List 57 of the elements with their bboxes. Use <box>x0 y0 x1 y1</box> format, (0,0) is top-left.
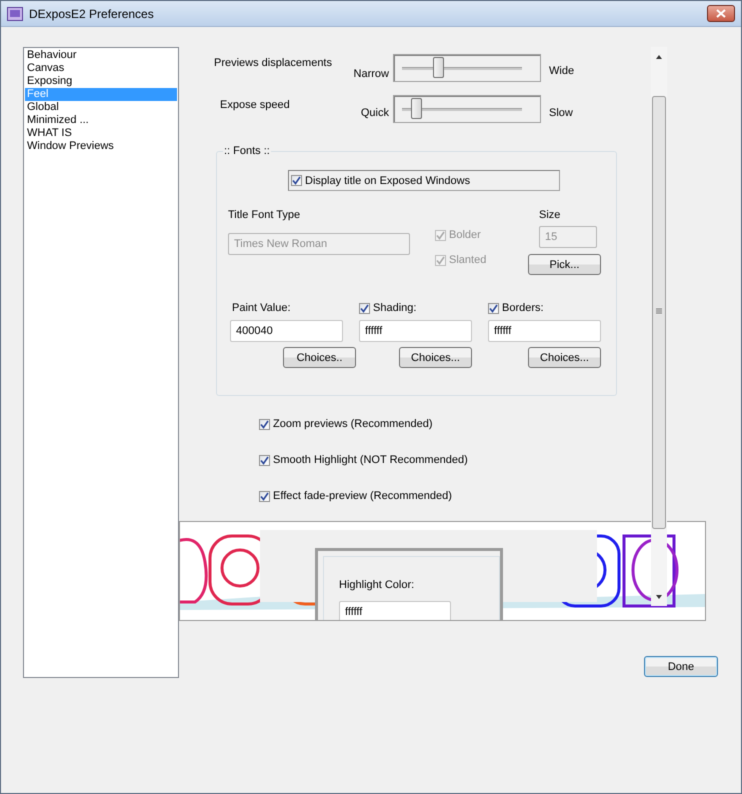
field-label: Title Font Type <box>228 209 302 221</box>
checkbox[interactable] <box>488 302 499 314</box>
close-icon <box>716 9 726 18</box>
check-icon <box>292 176 301 185</box>
checkbox-label: Slanted <box>449 254 486 266</box>
checkbox[interactable] <box>259 454 270 466</box>
slider-min-label: Quick <box>360 107 389 119</box>
display-title-option[interactable]: Display title on Exposed Windows <box>288 170 560 191</box>
slider[interactable] <box>393 95 541 123</box>
group-title: :: Fonts :: <box>223 145 271 157</box>
color-label: Paint Value: <box>231 302 291 314</box>
color-field[interactable]: 400040 <box>230 320 343 342</box>
slider-thumb[interactable] <box>433 56 444 78</box>
slider-label: Expose speed <box>220 99 290 111</box>
check-icon <box>436 230 445 240</box>
checkbox[interactable] <box>291 175 302 186</box>
highlight-color-field[interactable]: ffffff <box>339 601 451 620</box>
category-item[interactable]: Window Previews <box>25 140 177 153</box>
slider[interactable] <box>393 54 541 82</box>
check-icon <box>260 492 269 500</box>
color-field[interactable]: ffffff <box>359 320 472 342</box>
app-icon <box>7 6 23 20</box>
choices-button[interactable]: Choices... <box>399 347 472 368</box>
category-item[interactable]: Global <box>25 101 177 114</box>
check-icon <box>260 456 269 464</box>
choices-button[interactable]: Choices.. <box>283 347 356 368</box>
check-icon <box>360 304 369 312</box>
category-item[interactable]: Behaviour <box>25 49 177 62</box>
check-icon <box>260 420 269 428</box>
option-label: Effect fade-preview (Recommended) <box>273 490 452 502</box>
field-label: Highlight Color: <box>339 579 416 591</box>
close-button[interactable] <box>707 5 735 22</box>
option-label: Zoom previews (Recommended) <box>273 418 433 430</box>
slider-thumb[interactable] <box>411 98 422 118</box>
slider-max-label: Wide <box>549 65 574 77</box>
done-button[interactable]: Done <box>644 656 718 677</box>
slider-min-label: Narrow <box>354 68 389 80</box>
window-title: DExposE2 Preferences <box>29 6 155 20</box>
slider-label: Previews displacements <box>214 57 332 69</box>
check-icon <box>489 304 498 312</box>
choices-button[interactable]: Choices... <box>528 347 601 368</box>
pick-button[interactable]: Pick... <box>528 254 601 275</box>
color-label: Shading: <box>373 302 416 314</box>
color-label: Borders: <box>502 302 544 314</box>
category-item[interactable]: Canvas <box>25 62 177 75</box>
option-label: Smooth Highlight (NOT Recommended) <box>273 454 468 466</box>
checkbox-label: Bolder <box>449 229 481 241</box>
slider-max-label: Slow <box>549 107 573 119</box>
color-field[interactable]: ffffff <box>488 320 601 342</box>
field-label: Size <box>538 209 562 221</box>
category-item[interactable]: WHAT IS <box>25 127 177 140</box>
check-icon <box>436 256 445 264</box>
checkbox[interactable] <box>259 490 270 502</box>
checkbox[interactable] <box>259 418 270 430</box>
category-item[interactable]: Exposing <box>25 75 177 88</box>
category-item[interactable]: Minimized ... <box>25 114 177 127</box>
checkbox[interactable] <box>359 302 370 314</box>
